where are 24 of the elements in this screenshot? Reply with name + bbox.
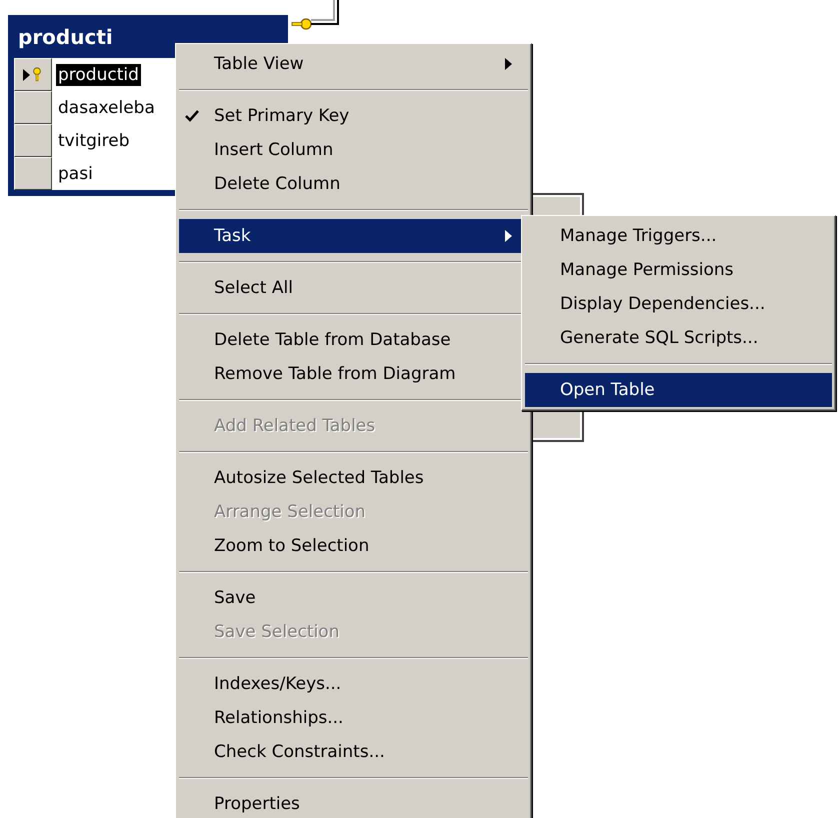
menu-item[interactable]: Save bbox=[179, 581, 528, 615]
menu-item[interactable]: Zoom to Selection bbox=[179, 529, 528, 563]
menu-item[interactable]: Display Dependencies... bbox=[525, 287, 832, 321]
column-name[interactable]: productid bbox=[56, 64, 141, 86]
submenu-arrow-icon bbox=[505, 58, 512, 70]
row-selector[interactable] bbox=[14, 91, 52, 124]
column-name[interactable]: tvitgireb bbox=[56, 130, 132, 152]
row-selector[interactable] bbox=[14, 58, 52, 91]
row-selector[interactable] bbox=[14, 157, 52, 190]
menu-item[interactable]: Autosize Selected Tables bbox=[179, 461, 528, 495]
submenu-arrow-icon bbox=[505, 230, 512, 242]
column-name[interactable]: pasi bbox=[56, 162, 95, 184]
menu-item[interactable]: Manage Triggers... bbox=[525, 219, 832, 253]
row-selector[interactable] bbox=[14, 124, 52, 157]
column-name[interactable]: dasaxeleba bbox=[56, 96, 157, 118]
menu-item[interactable]: Check Constraints... bbox=[179, 735, 528, 769]
menu-item[interactable]: Relationships... bbox=[179, 701, 528, 735]
menu-item[interactable]: Manage Permissions bbox=[525, 253, 832, 287]
menu-item[interactable]: Generate SQL Scripts... bbox=[525, 321, 832, 355]
menu-item[interactable]: Open Table bbox=[525, 373, 832, 407]
key-icon bbox=[31, 67, 43, 82]
table-title: producti bbox=[17, 24, 114, 50]
menu-item[interactable]: Properties bbox=[179, 787, 528, 818]
menu-item[interactable]: Indexes/Keys... bbox=[179, 667, 528, 701]
